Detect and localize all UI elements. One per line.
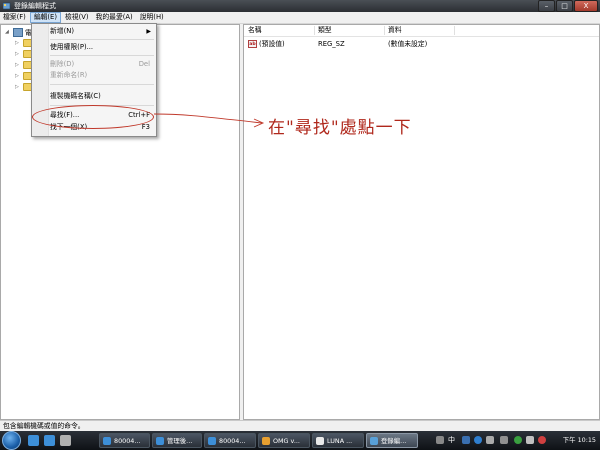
system-tray: 中 下午 10:15: [428, 433, 600, 448]
security-icon[interactable]: [514, 436, 522, 444]
window-titlebar: 登錄編輯程式 – □ X: [0, 0, 600, 12]
menu-edit[interactable]: 編輯(E): [29, 12, 62, 23]
menu-item-shortcut: Del: [138, 60, 150, 68]
taskbar-button[interactable]: 管理後...: [152, 433, 202, 448]
document-icon: [316, 437, 324, 445]
menu-separator: [50, 55, 154, 56]
ie-icon: [103, 437, 111, 445]
menu-item-shortcut: Ctrl+F: [128, 111, 150, 119]
ie-icon: [156, 437, 164, 445]
ie-icon: [208, 437, 216, 445]
close-button[interactable]: X: [574, 0, 598, 12]
menu-file[interactable]: 檔案(F): [0, 12, 29, 23]
value-data: (數值未設定): [388, 40, 428, 48]
taskbar-button-label: 登錄編...: [381, 437, 407, 445]
menu-item-label: 新增(N): [50, 27, 74, 35]
menu-separator: [50, 39, 154, 40]
expand-icon[interactable]: ▷: [15, 62, 23, 68]
menu-item-copy-key-name[interactable]: 複製機碼名稱(C): [50, 91, 154, 102]
expand-icon[interactable]: ▷: [15, 73, 23, 79]
expand-icon[interactable]: ▷: [15, 40, 23, 46]
taskbar-button-label: LUNA ...: [327, 437, 353, 445]
menu-item-delete[interactable]: 刪除(D) Del: [50, 59, 154, 70]
value-name: (預設值): [259, 40, 285, 48]
clock[interactable]: 下午 10:15: [563, 433, 596, 448]
taskbar-button-label: 管理後...: [167, 437, 193, 445]
menu-item-shortcut: F3: [141, 123, 150, 131]
expand-icon[interactable]: ▷: [15, 51, 23, 57]
keyboard-icon[interactable]: [436, 436, 444, 444]
annotation-text: 在"尋找"處點一下: [268, 118, 412, 138]
taskbar: 80004... 管理後... 80004... OMG v... LUNA .…: [0, 431, 600, 450]
language-indicator[interactable]: 中: [448, 433, 455, 448]
start-button[interactable]: [2, 431, 21, 450]
menu-item-rename[interactable]: 重新命名(R): [50, 70, 154, 81]
menu-item-new[interactable]: 新增(N) ▶: [50, 26, 154, 37]
menu-icon-stripe: [32, 24, 49, 136]
taskbar-button-label: 80004...: [219, 437, 246, 445]
column-type[interactable]: 類型: [318, 25, 332, 36]
taskbar-button-label: 80004...: [114, 437, 141, 445]
maximize-button[interactable]: □: [556, 0, 573, 12]
menu-item-permissions[interactable]: 使用權限(P)...: [50, 42, 154, 53]
edit-menu-dropdown: 新增(N) ▶ 使用權限(P)... 刪除(D) Del 重新命名(R) 複製機…: [31, 23, 157, 137]
menu-item-find-next[interactable]: 找下一個(X) F3: [50, 122, 154, 133]
ie-quicklaunch-icon[interactable]: [28, 435, 39, 446]
menu-separator: [50, 84, 154, 85]
taskbar-button-active[interactable]: 登錄編...: [366, 433, 418, 448]
menu-item-find[interactable]: 尋找(F)... Ctrl+F: [50, 110, 154, 121]
menu-item-label: 重新命名(R): [50, 71, 88, 79]
list-item[interactable]: ab (預設值) REG_SZ (數值未設定): [244, 39, 599, 49]
column-divider[interactable]: [384, 26, 385, 35]
tree-root[interactable]: ◢ 電: [5, 27, 32, 37]
volume-icon[interactable]: [526, 436, 534, 444]
show-desktop-icon[interactable]: [60, 435, 71, 446]
help-icon[interactable]: [474, 436, 482, 444]
window-title: 登錄編輯程式: [14, 2, 56, 10]
ime-icon[interactable]: [462, 436, 470, 444]
folder-icon: [262, 437, 270, 445]
taskbar-button[interactable]: OMG v...: [258, 433, 310, 448]
menu-item-label: 尋找(F)...: [50, 111, 80, 119]
menu-help[interactable]: 說明(H): [137, 12, 167, 23]
status-text: 包含編輯機碼或值的命令。: [3, 422, 85, 430]
tray-icon[interactable]: [486, 436, 494, 444]
column-data[interactable]: 資料: [388, 25, 402, 36]
regedit-icon: [3, 2, 11, 10]
string-value-icon: ab: [248, 40, 257, 48]
taskbar-button[interactable]: LUNA ...: [312, 433, 364, 448]
menu-item-label: 找下一個(X): [50, 123, 88, 131]
menu-item-label: 刪除(D): [50, 60, 75, 68]
tray-app-icon[interactable]: [538, 436, 546, 444]
menu-favorites[interactable]: 我的最愛(A): [93, 12, 136, 23]
ie-quicklaunch-icon[interactable]: [44, 435, 55, 446]
value-list-pane[interactable]: 名稱 類型 資料 ab (預設值) REG_SZ (數值未設定): [243, 24, 600, 420]
computer-icon: [13, 27, 23, 37]
menu-separator: [50, 105, 154, 106]
column-divider[interactable]: [314, 26, 315, 35]
value-type: REG_SZ: [318, 40, 345, 48]
column-divider[interactable]: [454, 26, 455, 35]
minimize-button[interactable]: –: [538, 0, 555, 12]
window-controls: – □ X: [538, 0, 598, 12]
taskbar-button[interactable]: 80004...: [99, 433, 150, 448]
regedit-icon: [370, 437, 378, 445]
column-name[interactable]: 名稱: [248, 25, 262, 36]
taskbar-button[interactable]: 80004...: [204, 433, 256, 448]
list-header: 名稱 類型 資料: [244, 25, 599, 37]
expand-icon[interactable]: ▷: [15, 84, 23, 90]
taskbar-button-label: OMG v...: [273, 437, 300, 445]
menu-view[interactable]: 檢視(V): [62, 12, 92, 23]
menu-item-label: 複製機碼名稱(C): [50, 92, 101, 100]
submenu-arrow-icon: ▶: [146, 28, 151, 35]
collapse-icon[interactable]: ◢: [5, 29, 13, 35]
menu-item-label: 使用權限(P)...: [50, 43, 94, 51]
network-icon[interactable]: [500, 436, 508, 444]
